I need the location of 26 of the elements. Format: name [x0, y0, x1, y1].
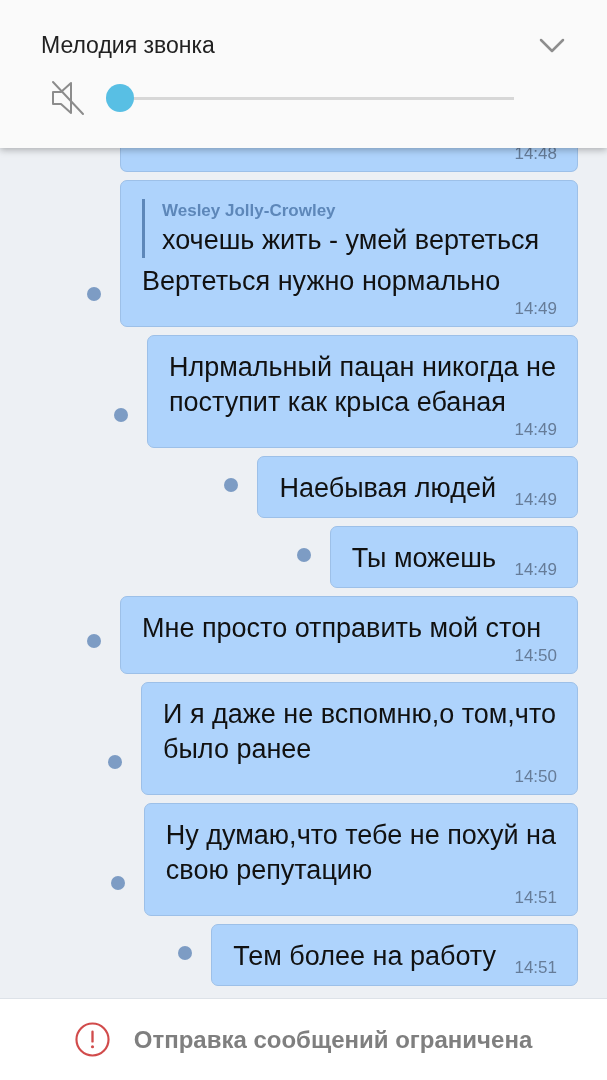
muted-speaker-icon[interactable]: [50, 79, 86, 117]
message-time: 14:49: [514, 421, 557, 439]
exclamation-circle-icon: [74, 1022, 110, 1057]
message-time: 14:49: [514, 561, 557, 579]
notice-text: Отправка сообщений ограничена: [133, 1025, 533, 1054]
message-time: 14:50: [514, 768, 557, 786]
panel-title: Мелодия звонка: [41, 31, 215, 60]
quote-author: Wesley Jolly-Crowley: [162, 200, 337, 222]
message-text: Ну думаю,что тебе не похуй на свою репутацию: [165, 819, 556, 887]
message-text: Нлрмальный пацан никогда не поступит как крыса ебаная: [168, 351, 556, 419]
reply-quote[interactable]: Wesley Jolly-Crowley хочешь жить - умей вертеться: [142, 199, 556, 258]
message-text: Наебывая людей: [279, 472, 496, 505]
quote-text: хочешь жить - умей вертеться: [162, 224, 541, 257]
message-time: 14:49: [514, 491, 557, 509]
message-text: Мне просто отправить мой стон: [142, 612, 542, 645]
message-time: 14:49: [514, 300, 557, 318]
message-text: Ты можешь: [351, 542, 496, 575]
message-text: Вертеться нужно нормально: [142, 265, 501, 298]
message-time: 14:51: [514, 889, 557, 907]
chevron-down-icon[interactable]: [539, 37, 565, 53]
message-time: 14:51: [514, 959, 557, 977]
message-time: 14:48: [514, 148, 557, 163]
message-text: Тем более на работу: [233, 940, 496, 973]
message-text: И я даже не вспомню,о том,что было ранее: [162, 698, 556, 766]
slider-thumb[interactable]: [106, 84, 134, 112]
message-time: 14:50: [514, 647, 557, 665]
